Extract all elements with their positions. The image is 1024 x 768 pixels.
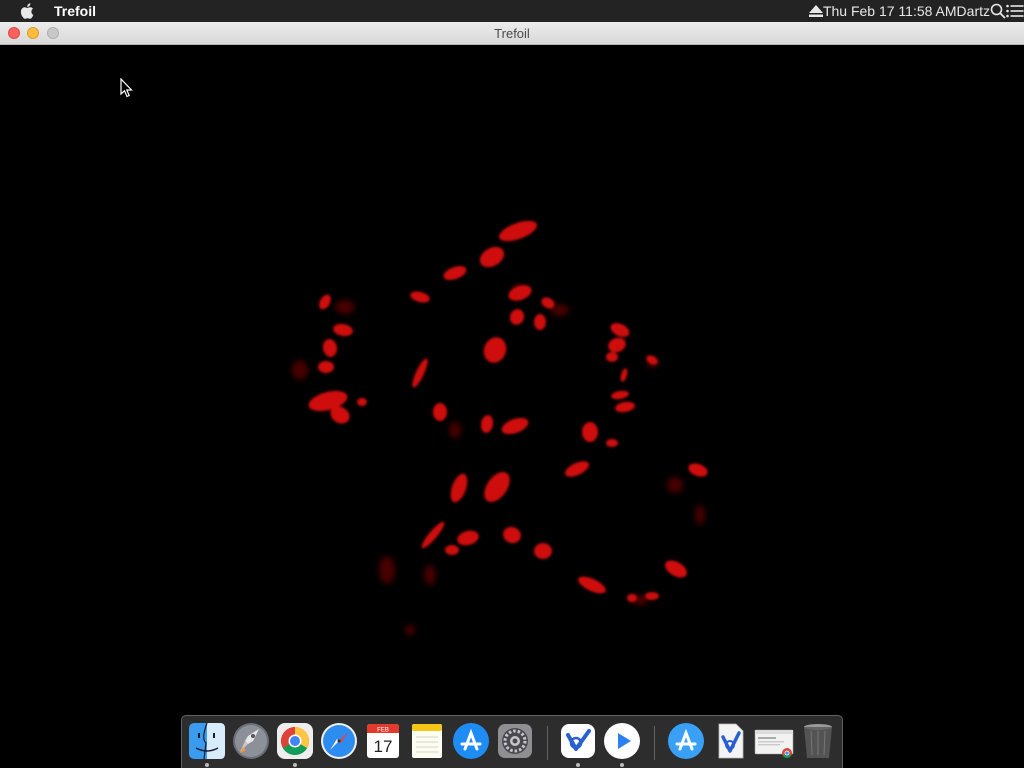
running-indicator xyxy=(205,763,209,767)
running-indicator xyxy=(620,763,624,767)
user-account-menu[interactable]: Dartz xyxy=(957,3,990,19)
screensaver-canvas[interactable] xyxy=(0,45,1024,768)
dock-system-preferences[interactable] xyxy=(495,721,535,761)
notification-center-icon[interactable] xyxy=(1006,4,1024,18)
app-menu-name[interactable]: Trefoil xyxy=(54,3,96,19)
mouse-pointer-icon xyxy=(120,78,133,98)
trefoil-knot-render xyxy=(292,220,708,635)
launchpad-icon xyxy=(233,723,269,759)
apple-menu-icon[interactable] xyxy=(16,0,38,22)
safari-icon xyxy=(321,723,357,759)
calendar-month: FEB xyxy=(377,728,389,734)
dock-separator xyxy=(654,726,655,760)
chrome-icon xyxy=(277,723,313,759)
dock-app[interactable] xyxy=(558,721,598,767)
quicktime-icon xyxy=(604,723,640,759)
dock-launchpad[interactable] xyxy=(231,721,271,761)
notes-icon xyxy=(412,724,442,758)
window-title: Trefoil xyxy=(494,26,530,41)
app-store-icon xyxy=(453,723,489,759)
finder-icon xyxy=(189,722,225,760)
dock: FEB 17 xyxy=(181,715,843,768)
dock-finder[interactable] xyxy=(187,721,227,767)
app-store-folder-icon xyxy=(668,723,704,759)
dock-quicktime[interactable] xyxy=(602,721,642,767)
dock-safari[interactable] xyxy=(319,721,359,761)
chrome-window-icon xyxy=(754,729,794,758)
trash-icon xyxy=(804,724,832,758)
dock-chrome[interactable] xyxy=(275,721,315,767)
dock-calendar[interactable]: FEB 17 xyxy=(363,721,403,761)
system-preferences-icon xyxy=(498,724,532,758)
dock-app-store[interactable] xyxy=(451,721,491,761)
spotlight-search-icon[interactable] xyxy=(990,3,1006,19)
dock-app-store-folder[interactable] xyxy=(666,721,706,761)
dock-document[interactable] xyxy=(710,721,750,761)
dock-notes[interactable] xyxy=(407,721,447,761)
calendar-icon: FEB 17 xyxy=(367,724,399,758)
menu-bar: Trefoil Thu Feb 17 11:58 AM Dartz xyxy=(0,0,1024,22)
app-icon xyxy=(561,724,595,758)
eject-icon[interactable] xyxy=(808,4,823,18)
dock-trash[interactable] xyxy=(798,721,838,761)
dock-separator xyxy=(547,726,548,760)
menu-bar-clock[interactable]: Thu Feb 17 11:58 AM xyxy=(823,3,957,19)
window-title-bar[interactable]: Trefoil xyxy=(0,22,1024,45)
dock-chrome-window[interactable] xyxy=(754,721,794,761)
running-indicator xyxy=(576,763,580,767)
calendar-day: 17 xyxy=(374,737,393,756)
document-icon xyxy=(718,723,744,759)
running-indicator xyxy=(293,763,297,767)
